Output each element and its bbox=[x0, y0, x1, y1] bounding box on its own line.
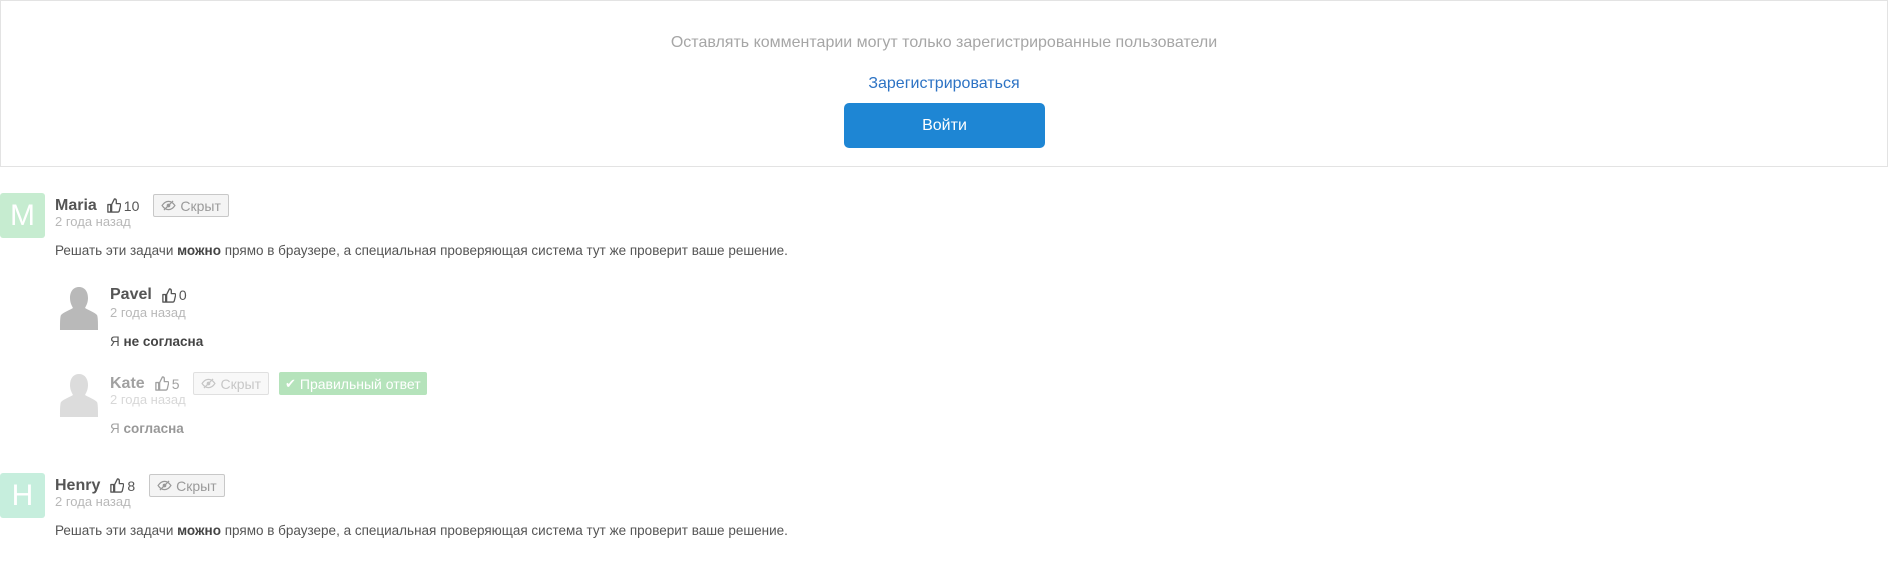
comment-text: Решать эти задачи можно прямо в браузере… bbox=[55, 243, 788, 258]
hidden-badge: Скрыт bbox=[193, 372, 269, 395]
comment-text: Я не согласна bbox=[110, 334, 204, 349]
comment-author[interactable]: Henry bbox=[55, 477, 100, 495]
comment-time: 2 года назад bbox=[110, 392, 186, 407]
login-button[interactable]: Войти bbox=[844, 103, 1045, 148]
comment-time: 2 года назад bbox=[55, 214, 131, 229]
user-avatar-icon bbox=[60, 374, 98, 417]
hidden-badge: Скрыт bbox=[149, 474, 225, 497]
like-button[interactable]: 10 bbox=[106, 197, 140, 214]
comment-author[interactable]: Kate bbox=[110, 375, 145, 393]
avatar: M bbox=[0, 193, 45, 238]
comment-time: 2 года назад bbox=[110, 305, 186, 320]
like-count: 5 bbox=[171, 375, 180, 392]
comment-author[interactable]: Maria bbox=[55, 197, 97, 215]
eye-slash-icon bbox=[161, 200, 177, 211]
check-icon: ✔ bbox=[284, 375, 296, 391]
comment-author[interactable]: Pavel bbox=[110, 286, 152, 304]
login-panel: Оставлять комментарии могут только зарег… bbox=[0, 0, 1888, 167]
register-link[interactable]: Зарегистрироваться bbox=[1, 75, 1887, 93]
like-button[interactable]: 8 bbox=[109, 478, 135, 494]
comment-time: 2 года назад bbox=[55, 494, 131, 509]
login-notice: Оставлять комментарии могут только зарег… bbox=[670, 34, 1218, 51]
like-button[interactable]: 5 bbox=[154, 375, 180, 392]
user-avatar-icon bbox=[60, 287, 98, 330]
eye-slash-icon bbox=[201, 378, 217, 389]
thumbs-up-icon bbox=[154, 376, 169, 391]
like-button[interactable]: 0 bbox=[161, 287, 187, 303]
hidden-badge: Скрыт bbox=[153, 194, 229, 217]
comment-text: Я согласна bbox=[110, 421, 184, 436]
eye-slash-icon bbox=[157, 480, 172, 491]
comment-text: Решать эти задачи можно прямо в браузере… bbox=[55, 523, 788, 538]
like-count: 8 bbox=[127, 477, 136, 494]
like-count: 10 bbox=[123, 197, 140, 214]
avatar: H bbox=[0, 473, 45, 518]
thumbs-up-icon bbox=[107, 198, 121, 213]
like-count: 0 bbox=[178, 287, 187, 303]
thumbs-up-icon bbox=[162, 287, 176, 303]
thumbs-up-icon bbox=[110, 478, 125, 493]
correct-answer-badge: ✔ Правильный ответ bbox=[278, 372, 427, 395]
